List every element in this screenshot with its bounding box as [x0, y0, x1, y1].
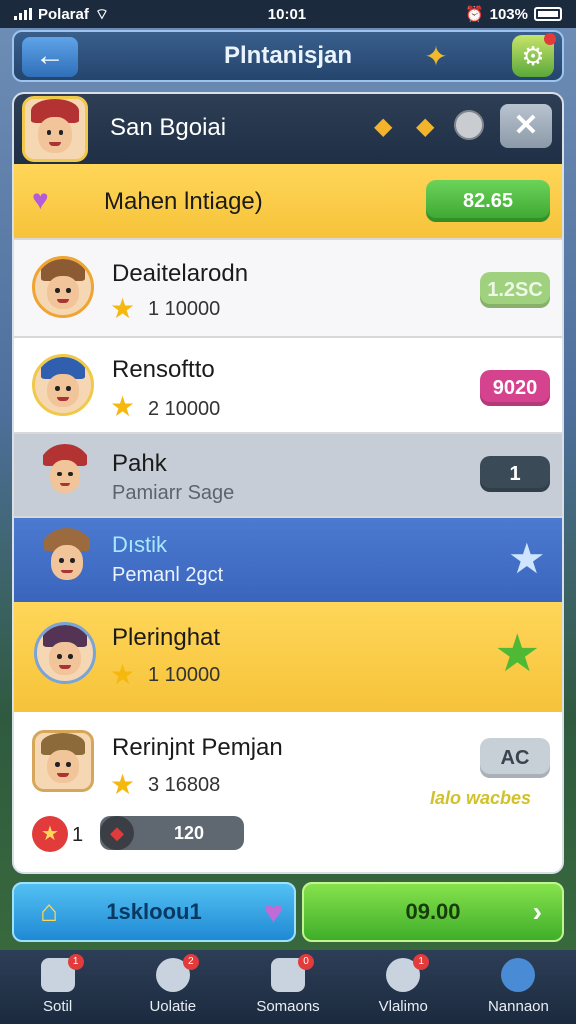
banner-label: Mahen lntiage) — [104, 188, 263, 215]
tab-matches[interactable]: 1 Vlalimo — [346, 950, 461, 1024]
play-label: 09.00 — [405, 899, 461, 924]
score-pill[interactable]: 9020 — [480, 370, 550, 406]
star-icon[interactable]: ★ — [494, 624, 541, 684]
gear-icon: ⚙ — [521, 41, 545, 71]
star-badge-icon: ★ — [32, 816, 68, 852]
star-icon: ★ — [110, 769, 136, 800]
tab-badge: 1 — [413, 954, 430, 970]
count-label: 1 — [72, 824, 84, 846]
banner-row: ♥ Mahen lntiage) 82.65 — [14, 164, 562, 240]
coin-icon[interactable]: ✦ — [419, 40, 453, 74]
top-bar: ← Plntanisjan ✦ ⚙ — [12, 30, 564, 82]
list-item[interactable]: Deaitelarodn ★ 1 10000 1.2SC — [14, 240, 562, 338]
tab-label: Vlalimo — [378, 998, 428, 1015]
player-header: San Bgoiai ◆ ◆ ✕ — [14, 94, 562, 164]
player-status: Pemanl 2gct — [112, 564, 224, 586]
progress-bar: ◆ 120 — [100, 816, 244, 850]
battery-percent: 103% — [489, 5, 528, 23]
tab-bar: 1 Sotil 2 Uolatie 0 Somaons 1 Vlalimo Na… — [0, 950, 576, 1024]
tag-label: Ialo wacbes — [430, 788, 532, 808]
player-name: Pleringhat — [112, 624, 221, 651]
profile-icon — [501, 958, 536, 992]
battery-icon — [534, 7, 562, 21]
collect-label: 1skloou1 — [106, 899, 202, 924]
carrier-label: Polaraf — [38, 5, 89, 23]
tab-seasons[interactable]: 0 Somaons — [230, 950, 345, 1024]
arrow-left-icon: ← — [35, 39, 65, 72]
tab-label: Nannaon — [487, 998, 549, 1015]
avatar — [38, 528, 96, 586]
player-name: Pahk — [112, 450, 167, 477]
wifi-icon: ⌔ — [94, 5, 109, 23]
tab-label: Somaons — [256, 998, 320, 1015]
heart-icon: ♥ — [32, 184, 49, 215]
list-item-selected[interactable]: Dıstik Pemanl 2gct ★ — [14, 518, 562, 602]
player-name: San Bgoiai — [110, 114, 227, 141]
tab-updates[interactable]: 2 Uolatie — [115, 950, 230, 1024]
star-icon: ★ — [110, 659, 136, 690]
avatar — [22, 96, 88, 162]
play-button[interactable]: 09.00 › — [302, 882, 564, 942]
list-item[interactable]: Rerinjnt Pemjan ★ 3 16808 AC Ialo wacbes… — [14, 712, 562, 872]
player-name: Deaitelarodn — [112, 260, 249, 287]
tab-label: Uolatie — [149, 998, 197, 1015]
player-name: Rensoftto — [112, 356, 215, 383]
player-score: 3 16808 — [148, 774, 221, 796]
gem-icon: ◆ — [100, 816, 134, 850]
page-title: Plntanisjan — [223, 42, 353, 69]
banner-button[interactable]: 82.65 — [426, 180, 550, 222]
player-name: Rerinjnt Pemjan — [112, 734, 283, 761]
score-pill[interactable]: 1 — [480, 456, 550, 492]
player-status: Pamiarr Sage — [112, 482, 235, 504]
tab-home[interactable]: 1 Sotil — [0, 950, 115, 1024]
tab-profile[interactable]: Nannaon — [461, 950, 576, 1024]
heart-icon: ♥ — [264, 894, 283, 930]
house-icon: ⌂ — [40, 895, 59, 928]
avatar — [32, 354, 94, 416]
avatar — [38, 444, 92, 498]
leaderboard-panel: San Bgoiai ◆ ◆ ✕ ♥ Mahen lntiage) 82.65 … — [12, 92, 564, 874]
player-score: 1 10000 — [148, 664, 221, 686]
alarm-icon: ⏰ — [464, 6, 484, 23]
clock-time: 10:01 — [267, 5, 307, 23]
progress-value: 120 — [173, 823, 205, 843]
star-icon: ★ — [110, 293, 136, 324]
signal-icon — [14, 8, 32, 20]
tab-badge: 2 — [182, 954, 199, 970]
player-name: Dıstik — [112, 532, 167, 557]
player-score: 2 10000 — [148, 398, 221, 420]
bell-icon[interactable]: ◆ — [374, 112, 392, 141]
star-icon: ★ — [110, 391, 136, 422]
close-button[interactable]: ✕ — [500, 104, 552, 148]
score-pill[interactable]: 1.2SC — [480, 272, 550, 308]
bottom-actions: ⌂ 1skloou1 ♥ 09.00 › — [12, 882, 564, 942]
bell-icon[interactable]: ◆ — [416, 112, 434, 141]
list-item[interactable]: Rensoftto ★ 2 10000 9020 — [14, 338, 562, 434]
status-bar: Polaraf ⌔ 10:01 ⏰ 103% — [0, 0, 576, 28]
list-item-highlight[interactable]: Pleringhat ★ 1 10000 ★ — [14, 602, 562, 712]
avatar — [32, 730, 94, 792]
ball-icon[interactable] — [454, 110, 484, 140]
back-button[interactable]: ← — [22, 37, 78, 77]
notification-dot — [544, 33, 556, 45]
star-icon[interactable]: ★ — [508, 534, 546, 583]
score-pill[interactable]: AC — [480, 738, 550, 778]
list-item[interactable]: Pahk Pamiarr Sage 1 — [14, 434, 562, 518]
avatar — [34, 622, 96, 684]
avatar — [32, 256, 94, 318]
tab-badge: 0 — [298, 954, 314, 970]
chevron-right-icon: › — [532, 896, 542, 927]
player-score: 1 10000 — [148, 298, 221, 320]
settings-button[interactable]: ⚙ — [512, 33, 556, 77]
tab-badge: 1 — [67, 954, 84, 970]
collect-button[interactable]: ⌂ 1skloou1 ♥ — [12, 882, 296, 942]
tab-label: Sotil — [43, 998, 73, 1015]
